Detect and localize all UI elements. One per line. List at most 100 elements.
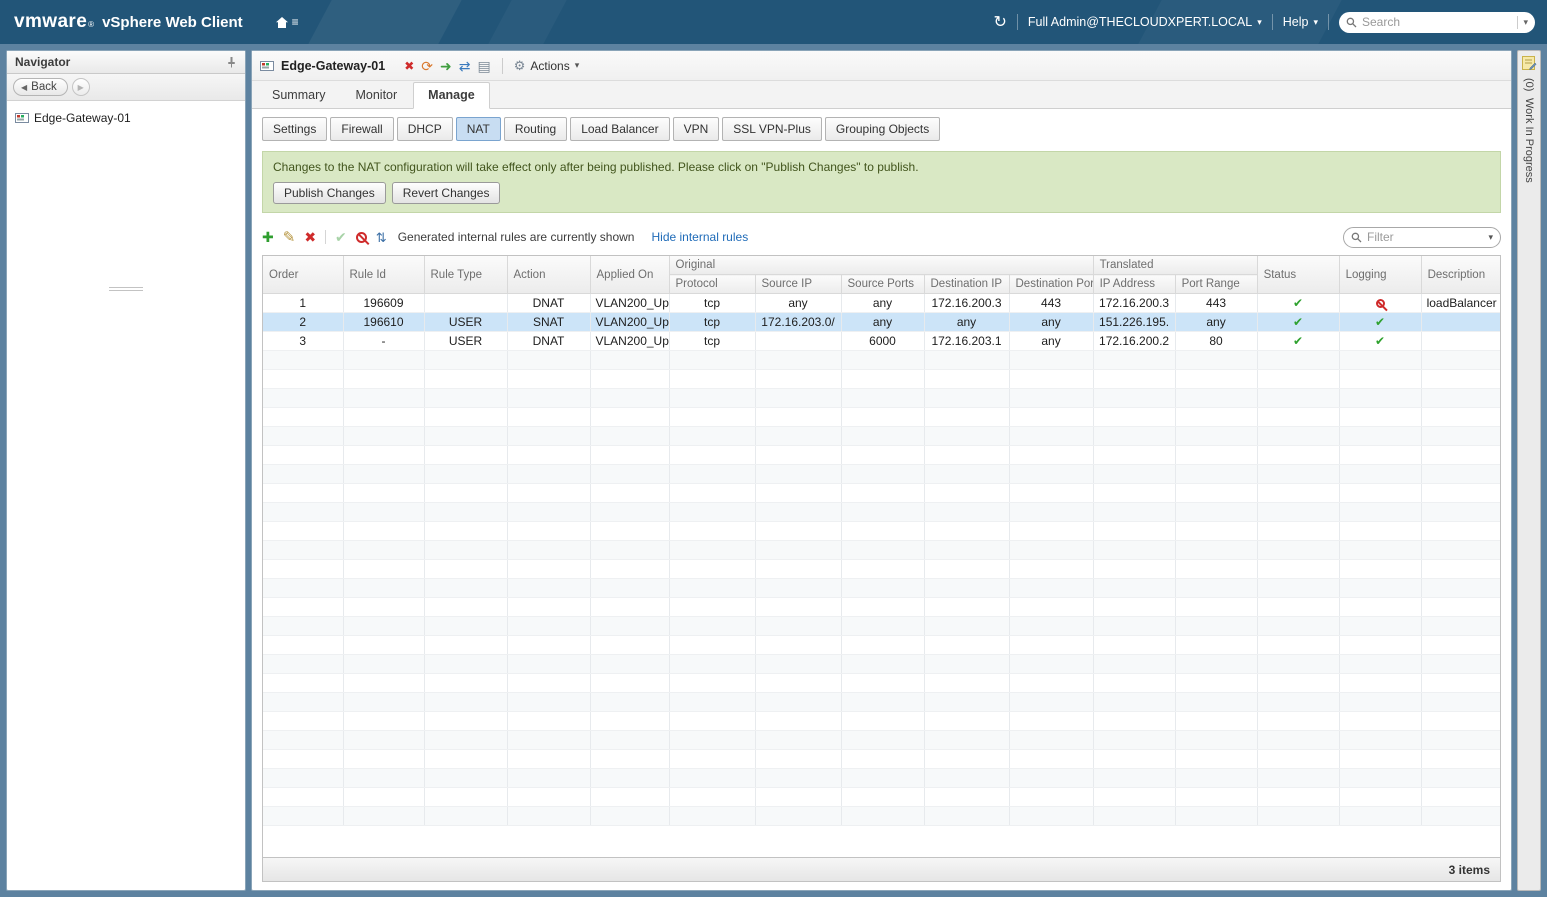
status-check-icon: ✔ [1293,334,1304,348]
nat-rule-row[interactable]: 2 196610 USER SNAT VLAN200_Up tcp 172.16.203.0… [263,312,1500,332]
add-rule-icon[interactable]: ✚ [262,230,274,244]
divider [501,57,503,74]
cell-source-ports: 6000 [841,331,925,351]
search-input[interactable] [1362,15,1513,29]
col-rule-type[interactable]: Rule Type [424,256,508,294]
cell-logging: ✔ [1339,312,1422,332]
cell-logging: ✔ [1339,331,1422,351]
work-in-progress-panel[interactable]: (0) Work In Progress [1517,50,1541,891]
user-menu[interactable]: Full Admin@THECLOUDXPERT.LOCAL ▾ [1028,15,1262,29]
pin-icon[interactable] [226,56,237,68]
top-bar: vmware ® vSphere Web Client ≡ ↻ Full Admi… [0,0,1547,44]
filter-caret-icon[interactable]: ▾ [1488,232,1493,242]
navigator-panel: Navigator ◀ Back ▶ Edge-Gateway-01 [6,50,246,891]
forward-button[interactable]: ▶ [71,78,90,96]
publish-changes-button[interactable]: Publish Changes [273,182,386,204]
status-check-icon: ✔ [1293,296,1304,310]
nat-rules-table: Order Rule Id Rule Type Action Applied O… [262,255,1501,858]
col-order[interactable]: Order [263,256,344,294]
col-protocol[interactable]: Protocol [669,274,756,294]
subtab-grouping-objects[interactable]: Grouping Objects [824,117,941,141]
tab-summary[interactable]: Summary [258,83,339,108]
actions-label: Actions [530,58,570,73]
deploy-icon[interactable]: ➜ [440,59,452,73]
cell-order: 1 [263,293,344,313]
delete-rule-icon[interactable]: ✖ [304,230,316,244]
tab-manage[interactable]: Manage [413,82,490,109]
enable-rule-icon[interactable]: ✔ [335,230,347,244]
cell-protocol: tcp [669,312,756,332]
subtab-dhcp[interactable]: DHCP [396,117,453,141]
col-port-range[interactable]: Port Range [1175,274,1258,294]
col-source-ports[interactable]: Source Ports [841,274,925,294]
cell-source-ports: any [841,293,925,313]
tab-monitor[interactable]: Monitor [341,83,411,108]
cell-trans-ip: 172.16.200.2 [1093,331,1176,351]
disable-rule-icon[interactable] [355,231,367,243]
subtab-routing[interactable]: Routing [503,117,568,141]
divider [1517,15,1519,29]
revert-changes-button[interactable]: Revert Changes [391,182,501,204]
empty-row [263,806,1500,826]
col-description[interactable]: Description [1421,256,1500,294]
actions-caret-icon: ▾ [574,60,580,70]
subtab-nat[interactable]: NAT [455,117,501,141]
wip-label: Work In Progress [1523,98,1535,184]
subtab-firewall[interactable]: Firewall [330,117,394,141]
back-arrow-icon: ◀ [21,82,28,92]
logs-icon[interactable]: ▤ [477,59,490,73]
empty-row [263,521,1500,541]
cell-description [1421,331,1500,351]
filter-input[interactable] [1367,230,1484,244]
nat-rule-row[interactable]: 1 196609 DNAT VLAN200_Up tcp any any 172.16.200… [263,293,1500,313]
empty-row [263,616,1500,636]
forward-arrow-icon: ▶ [77,82,84,92]
edit-rule-icon[interactable]: ✎ [283,230,296,245]
empty-row [263,768,1500,788]
home-button[interactable]: ≡ [275,16,299,29]
internal-rules-icon[interactable]: ⇅ [376,231,387,244]
divider [1271,14,1273,30]
nat-rule-row[interactable]: 3- USER DNAT VLAN200_Up tcp 6000 172.16.203.1 a… [263,331,1500,351]
cell-dest-ip: 172.16.203.1 [924,331,1010,351]
search-caret-icon[interactable]: ▾ [1523,17,1528,27]
search-box: ▾ [1339,11,1535,33]
col-source-ip[interactable]: Source IP [755,274,842,294]
col-group-original: Original [669,256,1094,275]
empty-row [263,787,1500,807]
delete-object-icon[interactable]: ✖ [404,60,414,72]
actions-menu-button[interactable]: ⚙ Actions ▾ [514,58,580,74]
subtab-ssl-vpn-plus[interactable]: SSL VPN-Plus [722,117,822,141]
redeploy-icon[interactable]: ⟳ [421,59,433,73]
col-destination-ports[interactable]: Destination Ports [1009,274,1094,294]
empty-row [263,426,1500,446]
empty-row [263,673,1500,693]
col-status[interactable]: Status [1257,256,1340,294]
help-menu[interactable]: Help ▾ [1283,15,1318,29]
cell-rule-type: USER [424,331,508,351]
empty-row [263,578,1500,598]
refresh-icon[interactable]: ↻ [993,12,1006,32]
subtab-vpn[interactable]: VPN [672,117,720,141]
splitter-handle[interactable] [109,287,143,291]
subtab-load-balancer[interactable]: Load Balancer [570,117,670,141]
back-button[interactable]: ◀ Back [13,78,68,96]
cell-rule-id: - [343,331,425,351]
col-action[interactable]: Action [507,256,591,294]
col-destination-ip[interactable]: Destination IP [924,274,1010,294]
status-check-icon: ✔ [1375,315,1386,329]
filter-box: ▾ [1343,226,1501,248]
col-logging[interactable]: Logging [1339,256,1422,294]
col-rule-id[interactable]: Rule Id [343,256,425,294]
cell-trans-ip: 172.16.200.3 [1093,293,1176,313]
object-header: Edge-Gateway-01 ✖ ⟳ ➜ ⇄ ▤ ⚙ Actions ▾ [252,51,1511,81]
hide-internal-rules-link[interactable]: Hide internal rules [651,230,748,244]
tree-item-edge-gateway[interactable]: Edge-Gateway-01 [7,109,245,127]
empty-row [263,635,1500,655]
sync-icon[interactable]: ⇄ [459,59,471,73]
col-ip-address[interactable]: IP Address [1093,274,1176,294]
navigator-tree: Edge-Gateway-01 [7,101,245,890]
col-applied-on[interactable]: Applied On [590,256,670,294]
cell-protocol: tcp [669,331,756,351]
subtab-settings[interactable]: Settings [262,117,328,141]
